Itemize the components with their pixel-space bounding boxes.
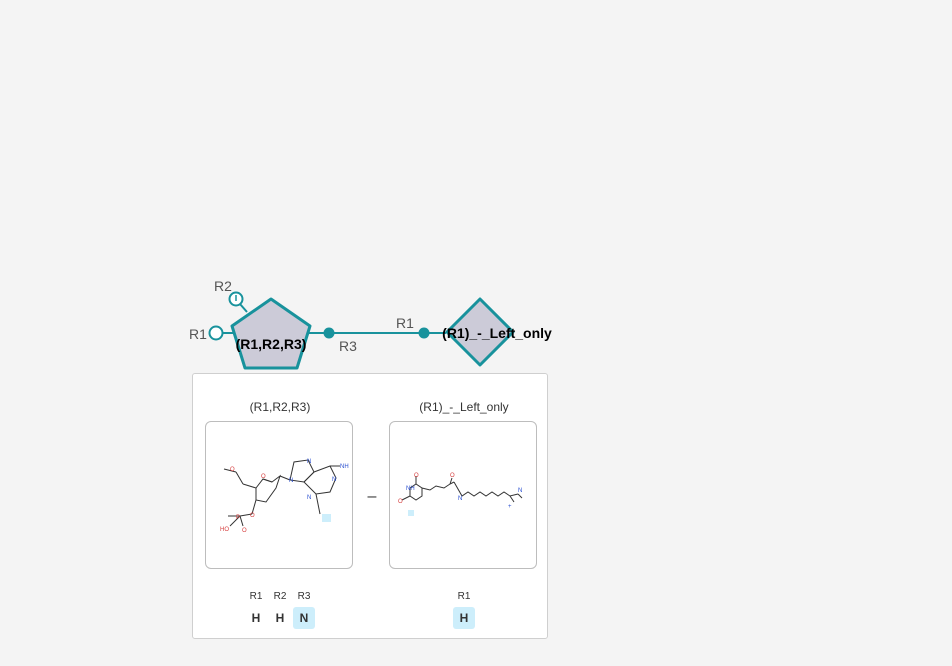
m2-r1-label: R1 (396, 315, 414, 331)
r1-highlight-mark (408, 510, 414, 516)
monomer-node-left-only[interactable]: (R1)_-_Left_only (442, 297, 552, 367)
svg-text:P: P (236, 515, 240, 521)
svg-text:O: O (414, 473, 419, 479)
svg-text:N: N (518, 488, 522, 494)
svg-text:O: O (398, 499, 403, 505)
monomer-preview-panel: (R1,R2,R3) O O O P HO O N N N N NH R1 H … (192, 373, 548, 639)
svg-text:+: + (508, 504, 512, 510)
rgroup-r1-card2: R1 H (453, 590, 475, 629)
rgroup-r2-card1: R2 H (269, 590, 291, 629)
svg-text:N: N (458, 496, 462, 502)
svg-text:O: O (261, 474, 266, 480)
card-separator: – (367, 488, 377, 505)
m1-r3-attachment-point[interactable] (323, 327, 335, 339)
monomer-label-left-only: (R1)_-_Left_only (442, 325, 552, 341)
monomer-label-r1r2r3: (R1,R2,R3) (236, 336, 307, 352)
rgroup-atom-highlighted: H (453, 607, 475, 629)
rgroup-name: R2 (273, 591, 287, 602)
svg-text:O: O (250, 513, 255, 519)
rgroup-atom-highlighted: N (293, 607, 315, 629)
svg-text:N: N (307, 495, 311, 501)
svg-text:NH: NH (406, 486, 415, 492)
m1-r1-label: R1 (189, 326, 207, 342)
nucleotide-structure-image: O O O P HO O N N N N NH (220, 459, 349, 534)
rgroup-r3-card1: R3 N (293, 590, 315, 629)
svg-text:N: N (289, 478, 293, 484)
card-title-left-only: (R1)_-_Left_only (419, 400, 509, 414)
m1-r2-stub (239, 303, 248, 313)
structure-box-r1r2r3: O O O P HO O N N N N NH (205, 421, 353, 569)
svg-text:N: N (307, 459, 311, 465)
rgroup-name: R1 (457, 591, 471, 602)
m1-r3-label: R3 (339, 338, 357, 354)
rgroup-name: R3 (297, 591, 311, 602)
structure-box-left-only: O O NH O N N + (389, 421, 537, 569)
rgroup-name: R1 (249, 591, 263, 602)
svg-text:O: O (242, 528, 247, 534)
linker-structure-image: O O NH O N N + (398, 473, 523, 516)
m2-r1-attachment-point[interactable] (418, 327, 430, 339)
svg-text:NH: NH (340, 464, 349, 470)
r3-highlight-mark (322, 514, 331, 522)
svg-text:HO: HO (220, 527, 229, 533)
rgroup-r1-card1: R1 H (245, 590, 267, 629)
rgroup-atom: H (251, 611, 261, 625)
m1-r1-attachment-point[interactable] (208, 325, 224, 341)
svg-text:O: O (450, 473, 455, 479)
card-title-r1r2r3: (R1,R2,R3) (249, 400, 311, 414)
rgroup-atom: H (275, 611, 285, 625)
m1-r2-label: R2 (214, 278, 232, 294)
svg-text:N: N (332, 477, 336, 483)
svg-text:O: O (230, 467, 235, 473)
